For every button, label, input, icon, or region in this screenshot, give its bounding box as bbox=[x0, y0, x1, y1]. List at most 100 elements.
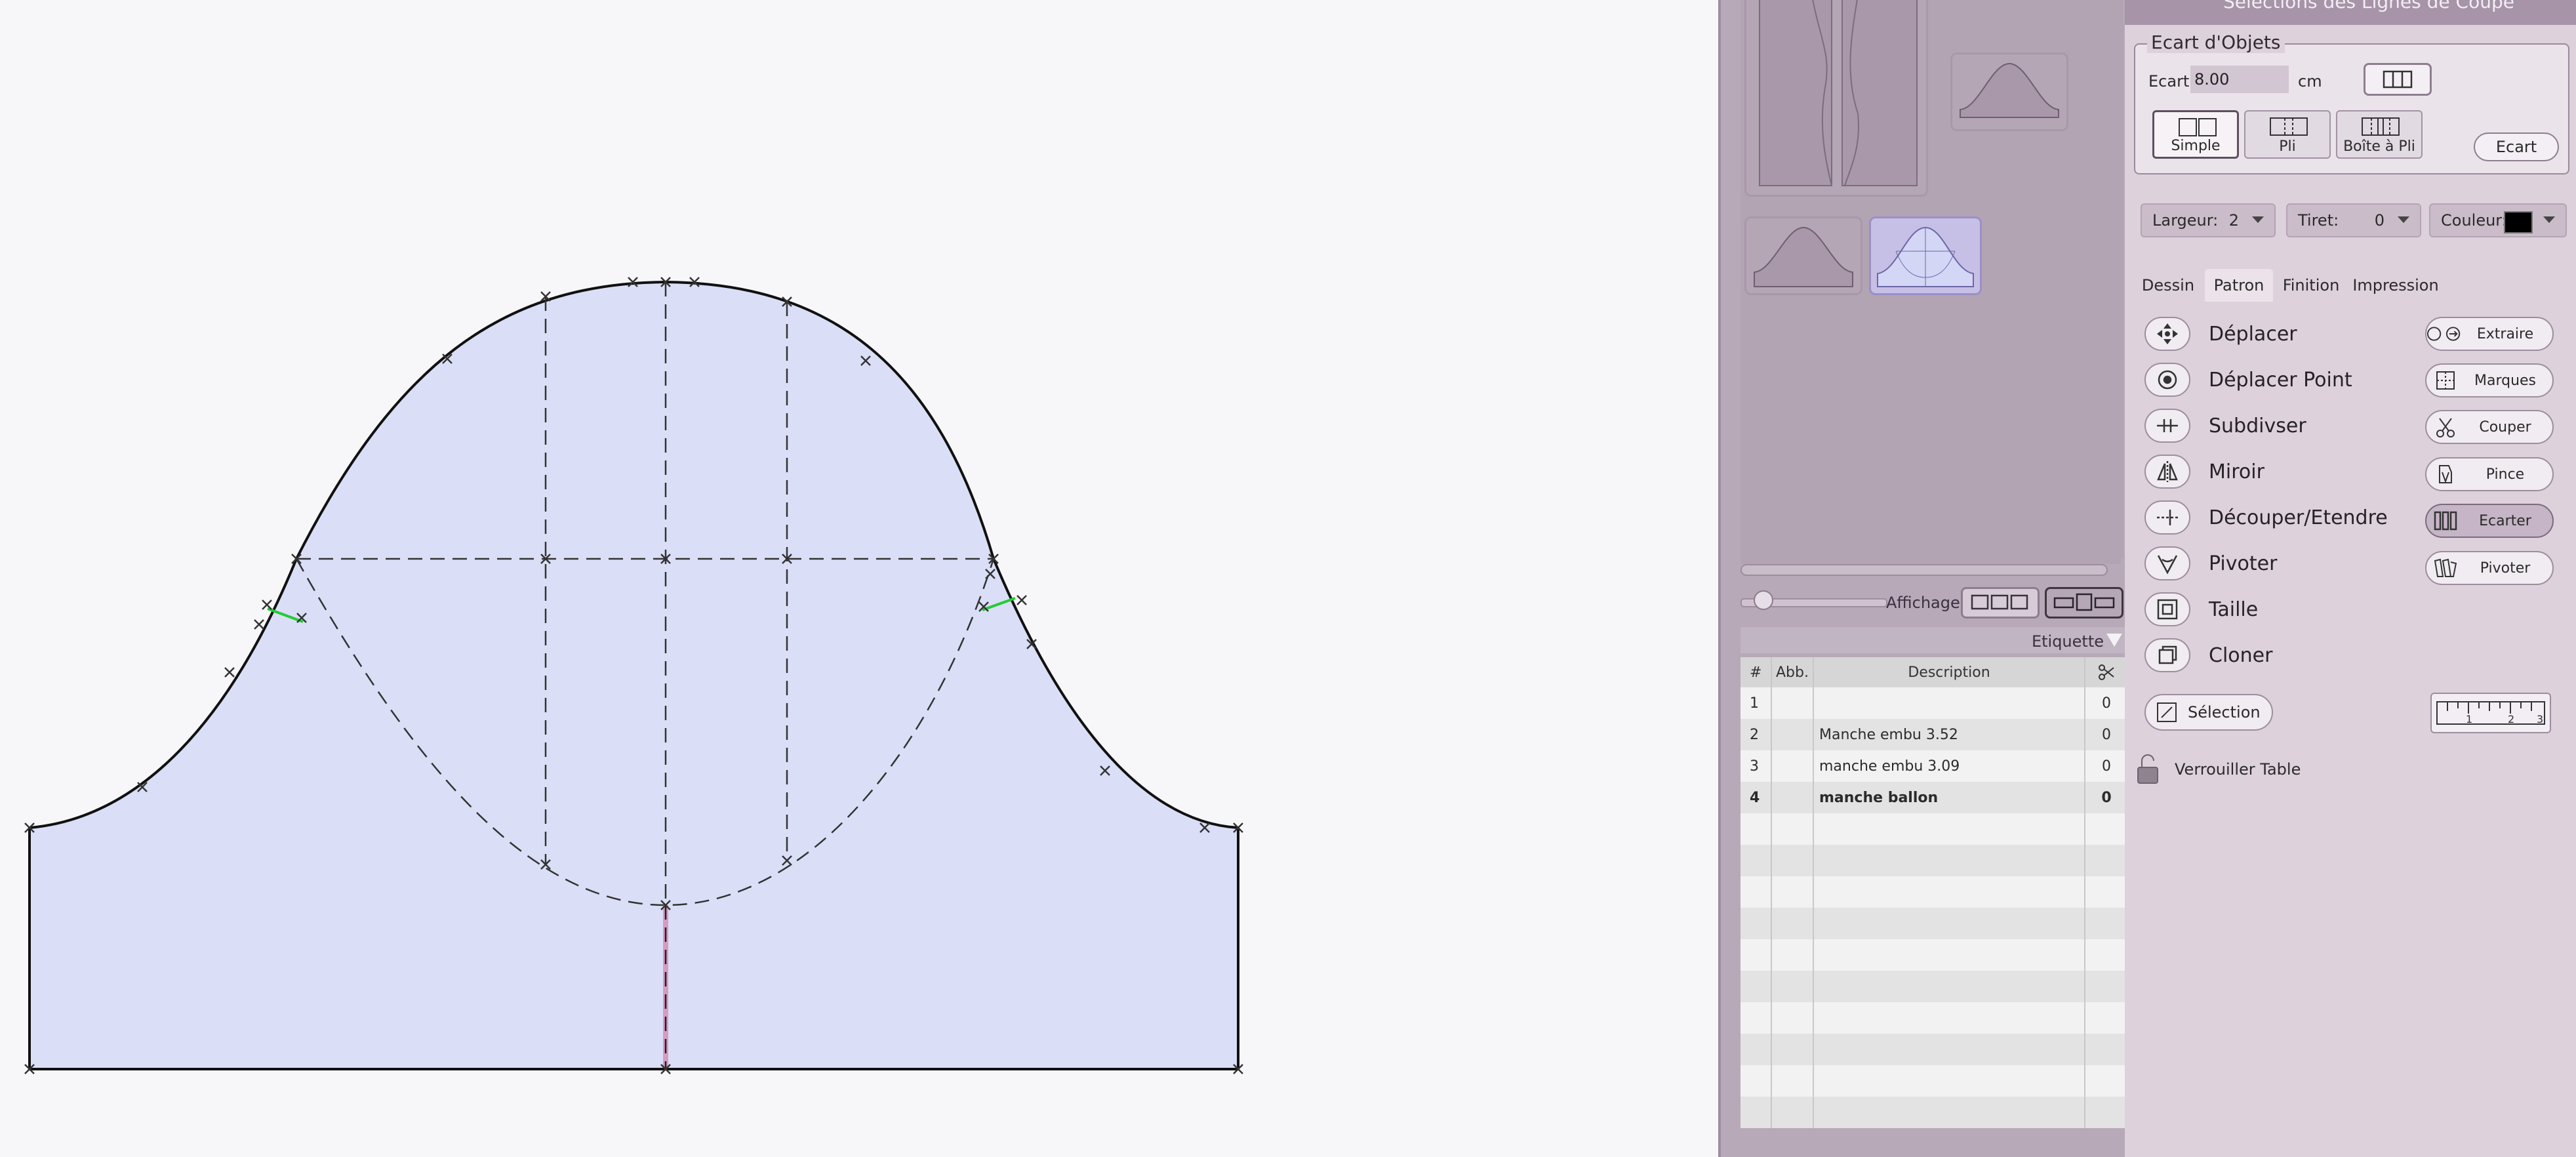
line-width-dropdown[interactable]: Largeur: 2 bbox=[2141, 203, 2276, 237]
column-header-cut[interactable] bbox=[2085, 657, 2127, 687]
sleeve-thumbnail-1[interactable] bbox=[1950, 52, 2068, 131]
spread-icon bbox=[2383, 70, 2413, 89]
sleeve-pattern-drawing[interactable] bbox=[0, 0, 1718, 1157]
ecarter-button[interactable]: Ecarter bbox=[2425, 504, 2554, 538]
selection-label: Sélection bbox=[2188, 703, 2261, 721]
dash-dropdown[interactable]: Tiret: 0 bbox=[2286, 203, 2421, 237]
ecart-preview-button[interactable] bbox=[2364, 63, 2432, 96]
line-width-label: Largeur: bbox=[2152, 211, 2219, 230]
dropdown-triangle-icon[interactable] bbox=[2106, 634, 2122, 647]
tool-pivoter[interactable]: Pivoter bbox=[2144, 545, 2277, 582]
selection-button[interactable]: Sélection bbox=[2144, 694, 2273, 731]
sleeve-thumbnail-2[interactable] bbox=[1744, 216, 1862, 295]
row-abb bbox=[1772, 750, 1814, 782]
color-dropdown[interactable]: Couleur: bbox=[2429, 203, 2567, 237]
extract-icon bbox=[2426, 324, 2465, 344]
tab-dessin[interactable]: Dessin bbox=[2137, 269, 2200, 302]
column-header-description[interactable]: Description bbox=[1814, 657, 2085, 687]
table-row-empty bbox=[1741, 971, 2127, 1002]
thumbnail-panel: Affichage Etiquette # Abb. Description 1… bbox=[1718, 0, 2127, 1157]
ecart-apply-button[interactable]: Ecart bbox=[2474, 132, 2559, 161]
ruler-button[interactable]: 1 2 3 bbox=[2430, 693, 2551, 733]
tool-taille[interactable]: Taille bbox=[2144, 591, 2258, 628]
lock-table-label: Verrouiller Table bbox=[2175, 760, 2301, 779]
etiquette-title: Etiquette bbox=[2031, 632, 2104, 651]
subdivide-icon bbox=[2144, 409, 2190, 443]
mode-pli-button[interactable]: Pli bbox=[2244, 110, 2331, 159]
tool-deplacer-label: Déplacer bbox=[2209, 322, 2297, 346]
etiquette-table: # Abb. Description 1 0 2 Manche embu 3.5… bbox=[1741, 657, 2127, 1128]
couper-label: Couper bbox=[2479, 418, 2531, 436]
marques-label: Marques bbox=[2474, 372, 2537, 389]
vertical-scrollbar[interactable] bbox=[2113, 0, 2123, 558]
table-row-empty bbox=[1741, 939, 2127, 971]
mode-simple-label: Simple bbox=[2171, 138, 2221, 154]
row-description bbox=[1814, 687, 2085, 719]
row-description: Manche embu 3.52 bbox=[1814, 719, 2085, 750]
dash-value: 0 bbox=[2374, 211, 2385, 230]
mode-boite-a-pli-button[interactable]: Boîte à Pli bbox=[2336, 110, 2423, 159]
cut-extend-icon bbox=[2144, 500, 2190, 535]
sleeve-thumbnail-selected[interactable] bbox=[1869, 216, 1982, 295]
table-row[interactable]: 2 Manche embu 3.52 0 bbox=[1741, 719, 2127, 750]
scissors-icon bbox=[2099, 664, 2114, 680]
display-list-button[interactable] bbox=[2045, 587, 2123, 619]
tab-impression[interactable]: Impression bbox=[2352, 269, 2440, 302]
tab-patron[interactable]: Patron bbox=[2205, 269, 2273, 302]
column-header-abb[interactable]: Abb. bbox=[1772, 657, 1814, 687]
table-row[interactable]: 3 manche embu 3.09 0 bbox=[1741, 750, 2127, 782]
sleeve-pattern-outline[interactable] bbox=[28, 280, 1239, 1070]
row-cut-count: 0 bbox=[2102, 695, 2111, 712]
clone-icon bbox=[2144, 638, 2190, 672]
tool-decouper-etendre[interactable]: Découper/Etendre bbox=[2144, 499, 2388, 536]
mode-boite-label: Boîte à Pli bbox=[2343, 138, 2415, 155]
scissors-icon bbox=[2426, 416, 2465, 438]
color-swatch bbox=[2504, 211, 2533, 233]
chevron-down-icon bbox=[2252, 216, 2264, 223]
pleat-icon bbox=[2270, 117, 2308, 136]
horizontal-scrollbar[interactable] bbox=[1741, 564, 2108, 576]
marques-button[interactable]: Marques bbox=[2425, 363, 2554, 397]
extraire-label: Extraire bbox=[2476, 325, 2534, 342]
box-pleat-icon bbox=[2362, 117, 2400, 136]
row-abb bbox=[1772, 687, 1814, 719]
tool-miroir[interactable]: Miroir bbox=[2144, 453, 2264, 490]
tab-finition[interactable]: Finition bbox=[2277, 269, 2345, 302]
pivot-icon bbox=[2144, 546, 2190, 580]
row-num: 2 bbox=[1741, 719, 1772, 750]
tool-cloner[interactable]: Cloner bbox=[2144, 637, 2272, 674]
table-row-empty bbox=[1741, 908, 2127, 939]
table-row-empty bbox=[1741, 813, 2127, 845]
dart-icon bbox=[2426, 463, 2465, 485]
column-header-num[interactable]: # bbox=[1741, 657, 1772, 687]
chevron-down-icon bbox=[2543, 216, 2555, 223]
table-row[interactable]: 1 0 bbox=[1741, 687, 2127, 719]
display-grid-button[interactable] bbox=[1961, 587, 2040, 619]
zoom-slider-handle[interactable] bbox=[1754, 590, 1773, 610]
pince-button[interactable]: Pince bbox=[2425, 457, 2554, 491]
pattern-set-thumbnail[interactable] bbox=[1744, 0, 1928, 197]
tool-pivoter-label: Pivoter bbox=[2209, 552, 2278, 575]
tool-deplacer-point[interactable]: Déplacer Point bbox=[2144, 361, 2352, 398]
row-cut-count: 0 bbox=[2102, 726, 2111, 743]
tool-subdiviser[interactable]: Subdivser bbox=[2144, 407, 2306, 444]
ecart-value-input[interactable] bbox=[2190, 66, 2289, 93]
tool-deplacer[interactable]: Déplacer bbox=[2144, 315, 2297, 352]
pattern-canvas[interactable] bbox=[0, 0, 1718, 1157]
row-num: 3 bbox=[1741, 750, 1772, 782]
table-row-empty bbox=[1741, 876, 2127, 908]
extraire-button[interactable]: Extraire bbox=[2425, 317, 2554, 351]
svg-text:2: 2 bbox=[2508, 713, 2514, 725]
pivoter-label: Pivoter bbox=[2480, 559, 2531, 577]
pivoter-button[interactable]: Pivoter bbox=[2425, 551, 2554, 585]
move-point-icon bbox=[2144, 363, 2190, 397]
row-num: 4 bbox=[1741, 782, 1772, 813]
panel-title: Sélections des Lignes de Coupe bbox=[2223, 0, 2514, 12]
svg-text:3: 3 bbox=[2537, 713, 2543, 725]
etiquette-header[interactable]: Etiquette bbox=[1741, 627, 2127, 653]
color-label: Couleur: bbox=[2441, 211, 2507, 230]
couper-button[interactable]: Couper bbox=[2425, 410, 2554, 444]
mode-simple-button[interactable]: Simple bbox=[2152, 110, 2239, 159]
lock-table-toggle[interactable]: Verrouiller Table bbox=[2135, 753, 2301, 786]
table-row-selected[interactable]: 4 manche ballon 0 bbox=[1741, 782, 2127, 813]
